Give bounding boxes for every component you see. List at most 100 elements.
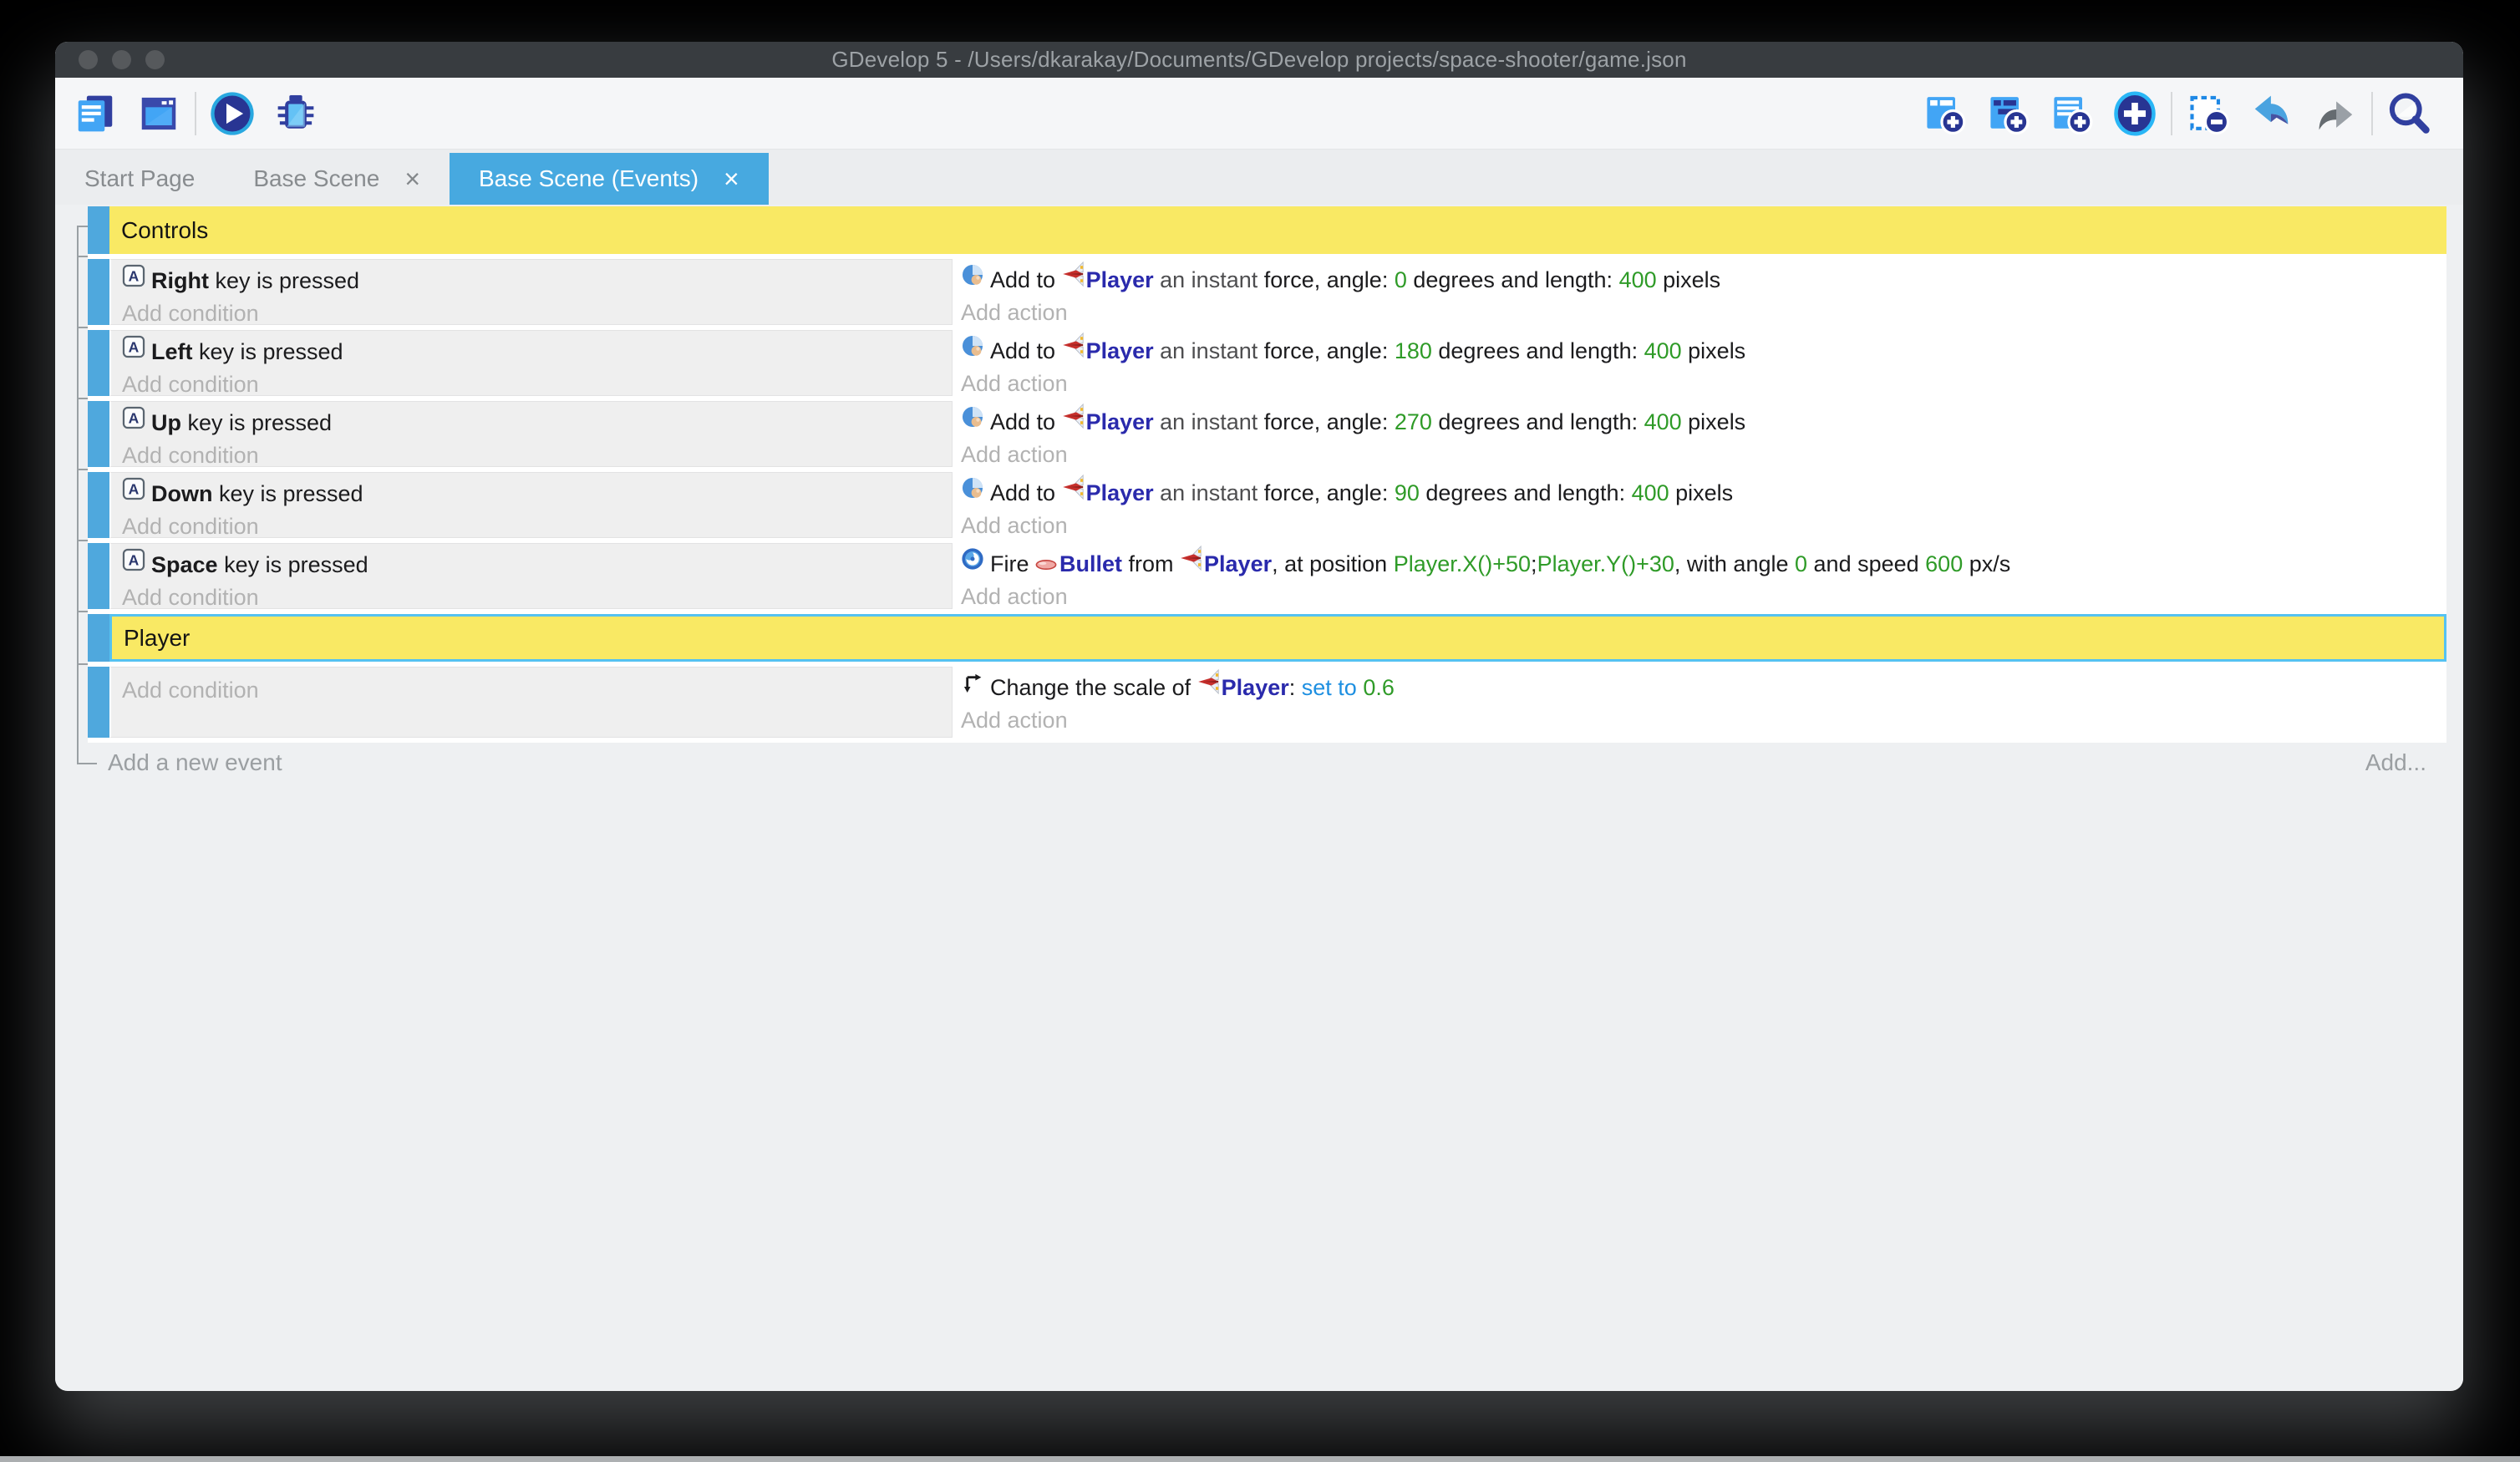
add-more-button[interactable]: Add... bbox=[2365, 749, 2426, 776]
add-condition-button[interactable]: Add condition bbox=[122, 513, 952, 540]
add-action-button[interactable]: Add action bbox=[961, 707, 2446, 734]
player-ship-icon bbox=[1062, 261, 1084, 296]
toolbar-divider bbox=[2171, 92, 2172, 135]
force-icon bbox=[961, 333, 984, 367]
scene-editor-button[interactable] bbox=[135, 89, 183, 138]
actions-cell[interactable]: Add to Player an instant force, angle: 1… bbox=[953, 330, 2446, 396]
conditions-cell[interactable]: ASpace key is pressed Add condition bbox=[109, 543, 953, 609]
gdevelop-window: GDevelop 5 - /Users/dkarakay/Documents/G… bbox=[55, 42, 2463, 1391]
action-text[interactable]: Fire Bullet from Player, at position Pla… bbox=[961, 547, 2446, 582]
event-drag-bar[interactable] bbox=[88, 330, 109, 396]
event-drag-bar[interactable] bbox=[88, 206, 109, 254]
event-drag-bar[interactable] bbox=[88, 667, 109, 738]
object-name: Player bbox=[1086, 480, 1154, 505]
event-drag-bar[interactable] bbox=[88, 259, 109, 325]
delete-selection-button[interactable] bbox=[2184, 89, 2233, 138]
action-pre: Add to bbox=[990, 409, 1062, 434]
tree-tick bbox=[77, 469, 88, 470]
condition-text[interactable]: AUp key is pressed bbox=[122, 406, 952, 441]
actions-cell[interactable]: Fire Bullet from Player, at position Pla… bbox=[953, 543, 2446, 609]
undo-button[interactable] bbox=[2248, 89, 2296, 138]
event-drag-bar[interactable] bbox=[88, 401, 109, 467]
close-tab-icon[interactable]: × bbox=[724, 165, 739, 192]
actions-cell[interactable]: Add to Player an instant force, angle: 2… bbox=[953, 401, 2446, 467]
add-condition-button[interactable]: Add condition bbox=[122, 300, 952, 327]
condition-text[interactable]: ASpace key is pressed bbox=[122, 548, 952, 583]
scene-editor-icon bbox=[136, 91, 181, 136]
svg-text:A: A bbox=[129, 551, 140, 568]
param-scale-value: 0.6 bbox=[1357, 675, 1395, 700]
add-action-button[interactable]: Add action bbox=[961, 583, 2446, 610]
condition-text[interactable]: ALeft key is pressed bbox=[122, 335, 952, 370]
debug-icon bbox=[273, 91, 318, 136]
close-window-button[interactable] bbox=[79, 50, 98, 69]
force-icon bbox=[961, 475, 984, 509]
param-operator: set to bbox=[1302, 675, 1357, 700]
separator: : bbox=[1289, 675, 1302, 700]
tab-base-scene-events[interactable]: Base Scene (Events) × bbox=[450, 153, 769, 205]
event-drag-bar[interactable] bbox=[88, 614, 109, 662]
scale-icon bbox=[961, 670, 984, 703]
event-drag-bar[interactable] bbox=[88, 472, 109, 538]
action-text[interactable]: Change the scale of Player: set to 0.6 bbox=[961, 671, 2446, 706]
add-action-button[interactable]: Add action bbox=[961, 299, 2446, 326]
play-preview-button[interactable] bbox=[208, 89, 257, 138]
add-subevent-button[interactable] bbox=[1984, 89, 2032, 138]
param-angle: 90 bbox=[1395, 480, 1420, 505]
param-expression-x: Player.X()+50 bbox=[1394, 551, 1531, 576]
action-text[interactable]: Add to Player an instant force, angle: 9… bbox=[961, 476, 2446, 511]
add-condition-button[interactable]: Add condition bbox=[122, 442, 952, 469]
condition-rest: key is pressed bbox=[209, 268, 359, 293]
action-mid3: and speed bbox=[1807, 551, 1925, 576]
event-drag-bar[interactable] bbox=[88, 543, 109, 609]
actions-cell[interactable]: Add to Player an instant force, angle: 0… bbox=[953, 259, 2446, 325]
param-key: Right bbox=[151, 268, 209, 293]
close-tab-icon[interactable]: × bbox=[404, 165, 420, 192]
action-text[interactable]: Add to Player an instant force, angle: 1… bbox=[961, 334, 2446, 369]
add-action-button[interactable]: Add action bbox=[961, 512, 2446, 539]
add-action-button[interactable]: Add action bbox=[961, 370, 2446, 397]
group-header-player[interactable]: Player bbox=[109, 614, 2446, 662]
group-header-controls[interactable]: Controls bbox=[109, 206, 2446, 254]
project-manager-button[interactable] bbox=[71, 89, 119, 138]
event-group-player: Player bbox=[88, 614, 2446, 662]
param-expression-y: Player.Y()+30 bbox=[1537, 551, 1674, 576]
condition-text[interactable]: ARight key is pressed bbox=[122, 264, 952, 299]
tab-start-page[interactable]: Start Page bbox=[55, 153, 224, 205]
actions-cell[interactable]: Add to Player an instant force, angle: 9… bbox=[953, 472, 2446, 538]
action-text[interactable]: Add to Player an instant force, angle: 0… bbox=[961, 263, 2446, 298]
add-condition-button[interactable]: Add condition bbox=[122, 677, 952, 703]
svg-text:A: A bbox=[129, 409, 140, 426]
action-pre: Fire bbox=[990, 551, 1035, 576]
action-pre: Add to bbox=[990, 267, 1062, 292]
add-subevent-icon bbox=[1986, 92, 2030, 135]
minimize-window-button[interactable] bbox=[112, 50, 131, 69]
add-action-button[interactable]: Add action bbox=[961, 441, 2446, 468]
add-event-button[interactable] bbox=[1920, 89, 1969, 138]
condition-text[interactable]: ADown key is pressed bbox=[122, 477, 952, 512]
group-label: Player bbox=[124, 625, 190, 652]
actions-cell[interactable]: Change the scale of Player: set to 0.6 A… bbox=[953, 667, 2446, 738]
add-new-event-button[interactable]: Add a new event bbox=[108, 749, 282, 776]
conditions-cell[interactable]: ARight key is pressed Add condition bbox=[109, 259, 953, 325]
bullet-icon bbox=[1035, 546, 1057, 580]
add-circle-icon bbox=[2112, 91, 2157, 136]
add-choose-event-button[interactable] bbox=[2111, 89, 2159, 138]
condition-rest: key is pressed bbox=[218, 552, 368, 577]
add-condition-button[interactable]: Add condition bbox=[122, 584, 952, 611]
action-text[interactable]: Add to Player an instant force, angle: 2… bbox=[961, 405, 2446, 440]
zoom-window-button[interactable] bbox=[145, 50, 165, 69]
event-row: ASpace key is pressed Add condition Fire… bbox=[88, 543, 2446, 609]
tab-base-scene[interactable]: Base Scene × bbox=[224, 153, 450, 205]
debug-button[interactable] bbox=[272, 89, 320, 138]
add-condition-button[interactable]: Add condition bbox=[122, 371, 952, 398]
add-comment-button[interactable] bbox=[2047, 89, 2096, 138]
conditions-cell[interactable]: Add condition bbox=[109, 667, 953, 738]
search-events-button[interactable] bbox=[2385, 89, 2433, 138]
conditions-cell[interactable]: AUp key is pressed Add condition bbox=[109, 401, 953, 467]
conditions-cell[interactable]: ADown key is pressed Add condition bbox=[109, 472, 953, 538]
force-icon bbox=[961, 404, 984, 438]
conditions-cell[interactable]: ALeft key is pressed Add condition bbox=[109, 330, 953, 396]
keyboard-icon: A bbox=[122, 405, 145, 439]
redo-button[interactable] bbox=[2311, 89, 2360, 138]
